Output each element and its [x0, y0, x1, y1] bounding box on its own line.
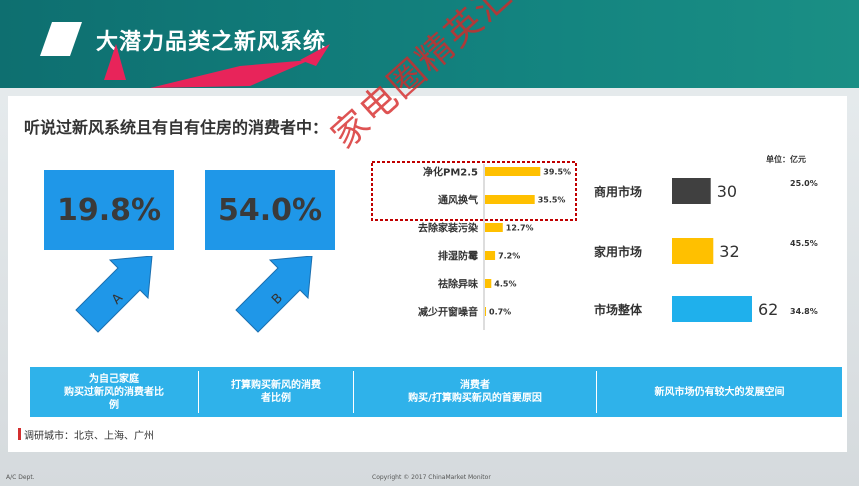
stat-box-a: 19.8% [44, 170, 174, 250]
footer-copyright: Copyright © 2017 ChinaMarket Monitor [372, 474, 491, 481]
market-growth-label: 45.5% [790, 239, 818, 248]
market-value-label: 30 [717, 182, 737, 201]
market-value-label: 62 [758, 300, 778, 319]
reason-value-label: 35.5% [538, 196, 566, 205]
content-panel: 听说过新风系统且有自有住房的消费者中： 19.8% 54.0% A B 单位：亿… [8, 96, 847, 452]
footer-dept: A/C Dept. [6, 474, 35, 481]
reason-bar [485, 223, 503, 232]
market-growth-label: 25.0% [790, 179, 818, 188]
reason-value-label: 12.7% [506, 224, 534, 233]
bottom-summary-bar: 为自己家庭 购买过新风的消费者比 例 打算购买新风的消费 者比例 消费者 购买/… [30, 367, 842, 417]
reason-value-label: 0.7% [489, 308, 511, 317]
summary-cell-4: 新风市场仍有较大的发展空间 [654, 386, 785, 398]
reason-bar [485, 279, 492, 288]
arrow-b-icon: B [235, 256, 313, 333]
survey-cities: 调研城市：北京、上海、广州 [24, 431, 154, 442]
stat-box-b: 54.0% [205, 170, 335, 250]
reason-label: 通风换气 [438, 194, 478, 207]
market-growth-label: 34.8% [790, 307, 818, 316]
market-bar [672, 296, 752, 322]
reason-label: 祛除异味 [437, 278, 478, 291]
reason-value-label: 7.2% [498, 252, 520, 261]
reason-value-label: 4.5% [494, 280, 516, 289]
market-bar-chart: 商用市场 30 25.0% 家用市场 32 45.5% 市场整体 62 34.8% [594, 178, 818, 322]
reason-label: 减少开窗噪音 [418, 306, 478, 319]
market-label: 商用市场 [594, 184, 642, 199]
reason-bar [485, 167, 541, 176]
reason-bar [485, 307, 486, 316]
summary-cell-3: 消费者 购买/打算购买新风的首要原因 [408, 380, 542, 404]
market-label: 市场整体 [594, 302, 643, 317]
market-label: 家用市场 [594, 244, 642, 259]
cities-marker [18, 428, 21, 440]
summary-cell-2: 打算购买新风的消费 者比例 [231, 380, 321, 404]
market-bar [672, 178, 711, 204]
reasons-bar-chart: 净化PM2.5 39.5% 通风换气 35.5% 去除家装污染 12.7% 排湿防霉 7.2%… [371, 161, 577, 330]
market-value-label: 32 [719, 242, 739, 261]
reason-label: 净化PM2.5 [423, 166, 478, 179]
reason-label: 去除家装污染 [418, 222, 479, 235]
reason-label: 排湿防霉 [438, 250, 478, 263]
arrow-a-icon: A [75, 256, 153, 333]
summary-cell-1: 为自己家庭 购买过新风的消费者比 例 [64, 373, 164, 411]
reason-bar [485, 195, 535, 204]
reason-bar [485, 251, 496, 260]
market-bar [672, 238, 714, 264]
subtitle: 听说过新风系统且有自有住房的消费者中： [24, 118, 329, 137]
reason-value-label: 39.5% [543, 168, 571, 177]
slide: 大潜力品类之新风系统 听说过新风系统且有自有住房的消费者中： 19.8% 54.… [0, 0, 859, 486]
